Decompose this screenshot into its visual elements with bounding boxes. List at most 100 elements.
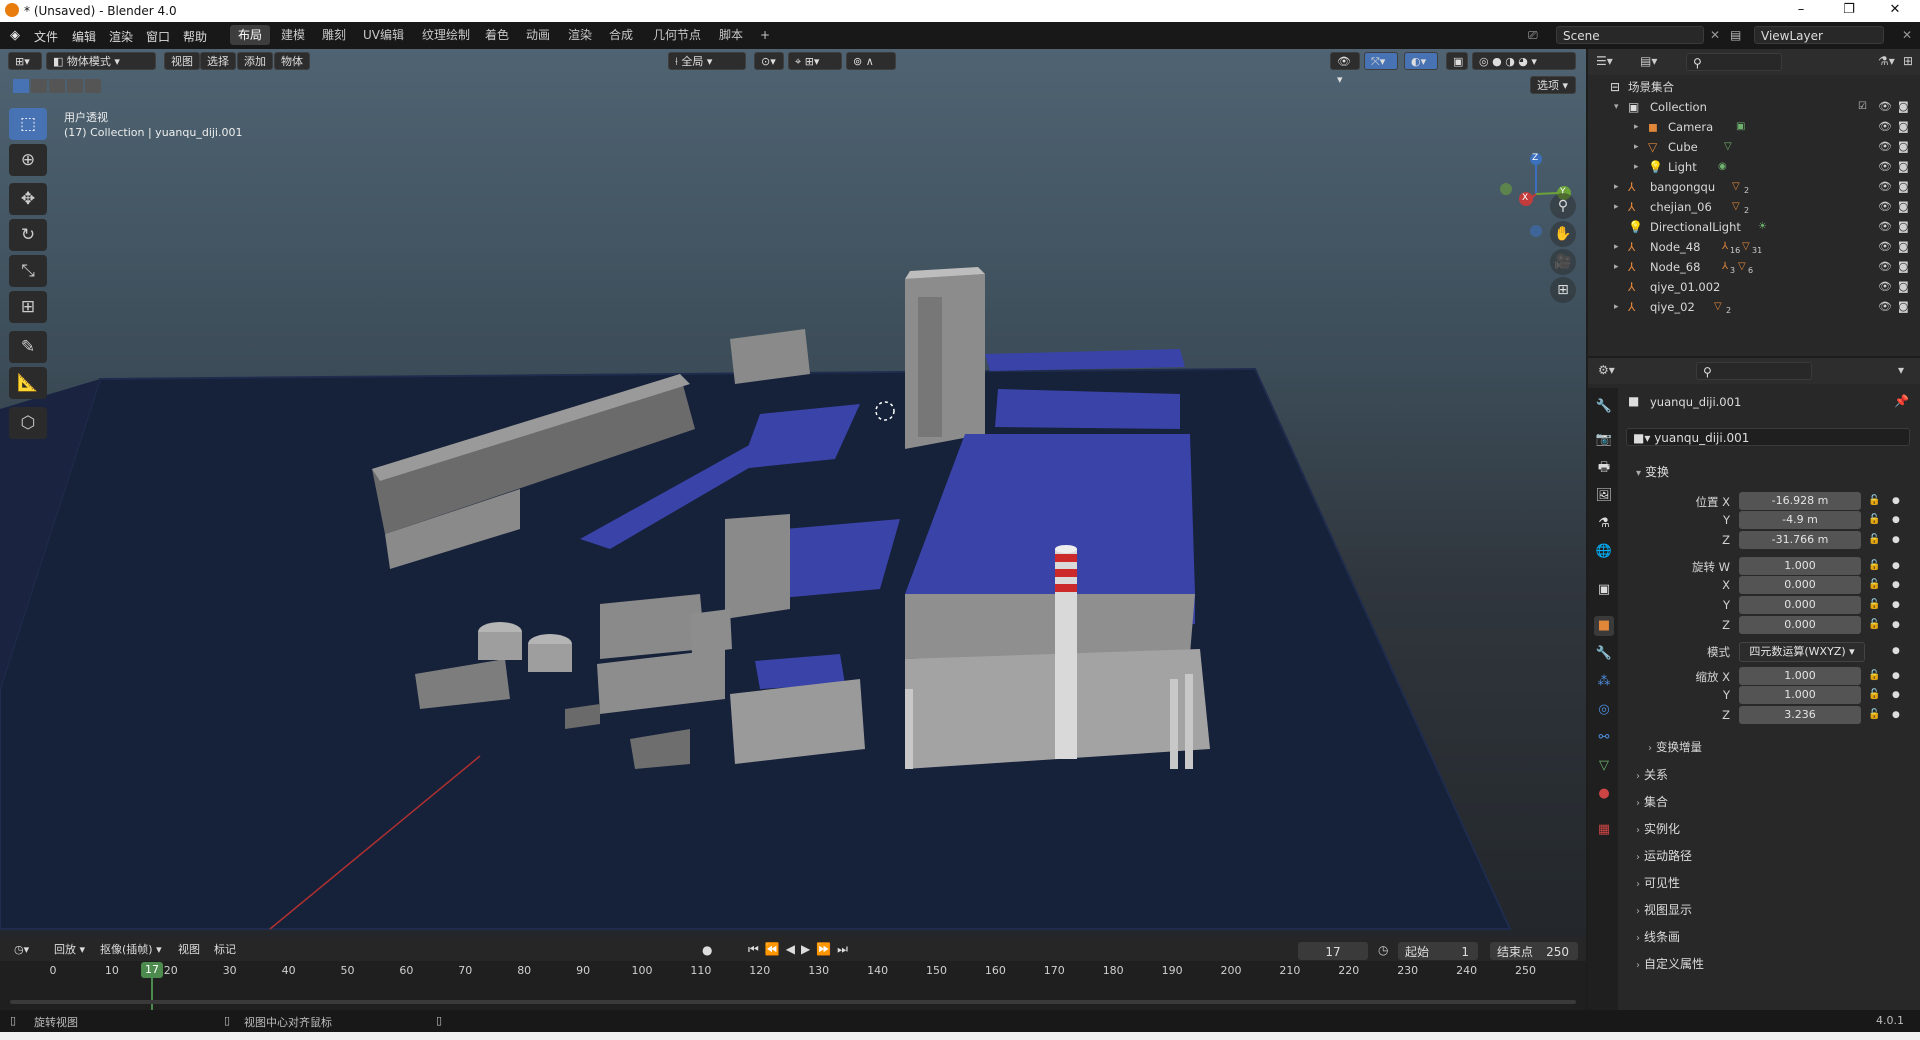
properties-options-icon[interactable]: ▾ [1898, 363, 1904, 377]
minimize-button[interactable]: – [1786, 2, 1816, 17]
display-mode-icon[interactable]: ▤▾ [1640, 54, 1657, 68]
rotation-w-field[interactable]: 1.000 [1739, 557, 1861, 575]
keyframe-dot-icon[interactable]: ● [1892, 600, 1900, 610]
camera-render-icon[interactable]: ◙ [1898, 117, 1909, 137]
eye-icon[interactable]: 👁 [1878, 157, 1892, 177]
menu-window[interactable]: 窗口 [146, 28, 170, 45]
lock-icon[interactable]: 🔓 [1868, 619, 1880, 630]
keyframe-dot-icon[interactable]: ● [1892, 580, 1900, 590]
tab-texture-paint[interactable]: 纹理绘制 [414, 25, 478, 45]
camera-render-icon[interactable]: ◙ [1898, 157, 1909, 177]
visibility-button[interactable]: 👁▾ [1330, 52, 1360, 86]
expand-arrow-icon[interactable]: ▸ [1634, 117, 1639, 137]
keyframe-dot-icon[interactable]: ● [1892, 561, 1900, 571]
expand-arrow-icon[interactable]: ▸ [1614, 197, 1619, 217]
outliner-editor-icon[interactable]: ☰▾ [1596, 54, 1613, 68]
annotate-tool-icon[interactable]: ✎ [9, 331, 47, 363]
timeline-menu-marker[interactable]: 标记 [208, 941, 242, 959]
overlay-toggle-button[interactable]: ◐▾ [1404, 52, 1438, 70]
move-tool-icon[interactable]: ✥ [9, 183, 47, 215]
rotation-y-field[interactable]: 0.000 [1739, 596, 1861, 614]
lock-icon[interactable]: 🔓 [1868, 534, 1880, 545]
camera-render-icon[interactable]: ◙ [1898, 217, 1909, 237]
tab-scripting[interactable]: 脚本 [711, 25, 751, 45]
clock-icon[interactable]: ◷ [1378, 943, 1388, 957]
timeline-scrollbar[interactable] [10, 1000, 1576, 1004]
outliner[interactable]: ☰▾ ▤▾ ⚲ ⚗▾ ⊞ ⊟ 场景集合 ▾ ▣ Collection ☑ 👁 ◙ … [1588, 49, 1920, 356]
shading-buttons[interactable]: ◎ ● ◑ ◕ ▾ [1472, 52, 1576, 70]
outliner-row-directional-light[interactable]: 💡 DirectionalLight ☀ 👁 ◙ [1588, 217, 1920, 237]
properties-editor-icon[interactable]: ⚙▾ [1598, 363, 1615, 377]
physics-tab-icon[interactable]: ◎ [1594, 700, 1614, 720]
scale-y-field[interactable]: 1.000 [1739, 686, 1861, 704]
modifier-tab-icon[interactable]: 🔧 [1594, 644, 1614, 664]
particles-tab-icon[interactable]: ⁂ [1594, 672, 1614, 692]
texture-tab-icon[interactable]: ▦ [1594, 820, 1614, 840]
properties-search-input[interactable]: ⚲ [1696, 362, 1812, 380]
timeline-menu-keying[interactable]: 抠像(插帧) ▾ [94, 941, 168, 959]
transform-panel-header[interactable]: ▾ 变换 [1636, 463, 1669, 480]
menu-render[interactable]: 渲染 [109, 28, 133, 45]
eye-icon[interactable]: 👁 [1878, 237, 1892, 257]
keyframe-dot-icon[interactable]: ● [1892, 690, 1900, 700]
zoom-icon[interactable]: ⚲ [1550, 193, 1576, 219]
playhead[interactable]: 17 [141, 962, 163, 978]
timeline-editor-icon[interactable]: ◷▾ [8, 941, 42, 959]
eye-icon[interactable]: 👁 [1878, 297, 1892, 317]
keyframe-dot-icon[interactable]: ● [1892, 496, 1900, 506]
camera-render-icon[interactable]: ◙ [1898, 237, 1909, 257]
xray-button[interactable]: ▣ [1446, 52, 1468, 70]
render-tab-icon[interactable]: 📷 [1594, 430, 1614, 450]
eye-icon[interactable]: 👁 [1878, 137, 1892, 157]
rotation-x-field[interactable]: 0.000 [1739, 576, 1861, 594]
scene-tab-icon[interactable]: ⚗ [1594, 514, 1614, 534]
gizmo-x-label[interactable]: X [1522, 193, 1528, 203]
expand-arrow-icon[interactable]: ▸ [1634, 157, 1639, 177]
tab-modeling[interactable]: 建模 [273, 25, 313, 45]
select-mode-buttons[interactable] [13, 79, 103, 97]
material-tab-icon[interactable]: ● [1594, 784, 1614, 804]
line-art-panel-header[interactable]: › 线条画 [1636, 928, 1680, 945]
data-tab-icon[interactable]: ▽ [1594, 756, 1614, 776]
outliner-row-collection[interactable]: ▾ ▣ Collection ☑ 👁 ◙ [1588, 97, 1920, 117]
scale-z-field[interactable]: 3.236 [1739, 706, 1861, 724]
outliner-row-qiye01[interactable]: ⅄ qiye_01.002 👁 ◙ [1588, 277, 1920, 297]
pin-icon[interactable]: 📌 [1894, 394, 1909, 408]
expand-arrow-icon[interactable]: ▸ [1634, 137, 1639, 157]
lock-icon[interactable]: 🔓 [1868, 514, 1880, 525]
view-layer-tab-icon[interactable]: 🖼 [1594, 486, 1614, 506]
record-icon[interactable]: ● [702, 943, 712, 957]
add-cube-tool-icon[interactable]: ⬡ [9, 407, 47, 439]
select-box-tool-icon[interactable]: ⬚ [9, 108, 47, 140]
keyframe-dot-icon[interactable]: ● [1892, 515, 1900, 525]
editor-type-button[interactable]: ⊞▾ [8, 52, 42, 70]
outliner-row-qiye02[interactable]: ▸ ⅄ qiye_02 ▽ 2 👁 ◙ [1588, 297, 1920, 317]
camera-render-icon[interactable]: ◙ [1898, 277, 1909, 297]
lock-icon[interactable]: 🔓 [1868, 709, 1880, 720]
new-collection-icon[interactable]: ⊞ [1903, 54, 1913, 68]
eye-icon[interactable]: 👁 [1878, 257, 1892, 277]
keyframe-dot-icon[interactable]: ● [1892, 620, 1900, 630]
tab-shading[interactable]: 着色 [477, 25, 517, 45]
lock-icon[interactable]: 🔓 [1868, 579, 1880, 590]
outliner-row-light[interactable]: ▸ 💡 Light ◉ 👁 ◙ [1588, 157, 1920, 177]
custom-properties-panel-header[interactable]: › 自定义属性 [1636, 955, 1704, 972]
timeline-menu-playback[interactable]: 回放 ▾ [48, 941, 92, 959]
keyframe-dot-icon[interactable]: ● [1892, 535, 1900, 545]
timeline[interactable]: ◷▾ 回放 ▾ 抠像(插帧) ▾ 视图 标记 ● ⏮⏪◀▶⏩⏭ 17 ◷ 起始 1… [0, 937, 1586, 1010]
camera-render-icon[interactable]: ◙ [1898, 177, 1909, 197]
timeline-menu-view[interactable]: 视图 [172, 941, 206, 959]
remove-scene-icon[interactable]: ✕ [1710, 28, 1720, 42]
object-name-field[interactable]: ■▾ yuanqu_diji.001 [1626, 428, 1910, 446]
delta-transform-subpanel[interactable]: › 变换增量 [1648, 739, 1702, 755]
checkbox-icon[interactable]: ☑ [1858, 97, 1867, 117]
location-z-field[interactable]: -31.766 m [1739, 531, 1861, 549]
tab-animation[interactable]: 动画 [518, 25, 558, 45]
measure-tool-icon[interactable]: 📐 [9, 367, 47, 399]
add-workspace-button[interactable]: + [752, 25, 778, 45]
tab-rendering[interactable]: 渲染 [560, 25, 600, 45]
location-y-field[interactable]: -4.9 m [1739, 511, 1861, 529]
outliner-row-node68[interactable]: ▸ ⅄ Node_68 ⅄ 3 ▽ 6 👁 ◙ [1588, 257, 1920, 277]
camera-view-icon[interactable]: 🎥 [1550, 249, 1576, 275]
transform-orientation-selector[interactable]: ⟊ 全局 ▾ [668, 52, 746, 70]
